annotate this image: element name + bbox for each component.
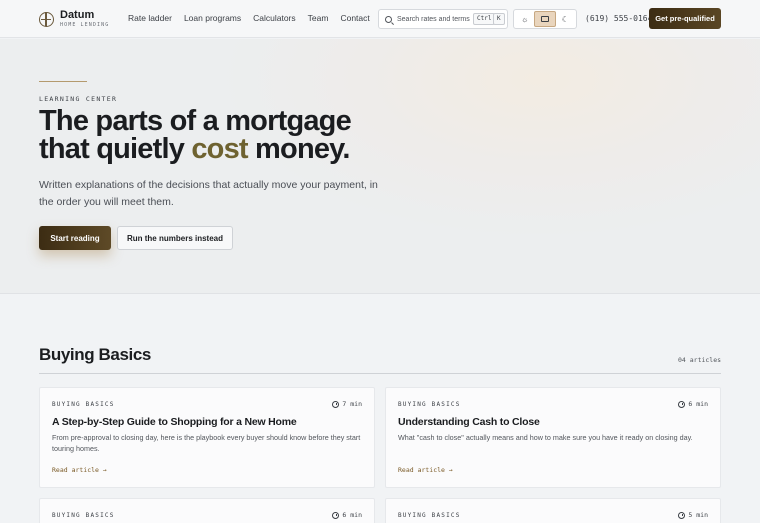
- read-article-link[interactable]: Read article →: [52, 466, 107, 474]
- nav-item-rate-ladder[interactable]: Rate ladder: [128, 13, 172, 23]
- read-time-value: 6 min: [342, 511, 362, 519]
- search-input[interactable]: Search rates and terms Ctrl K: [378, 9, 508, 29]
- monitor-icon: [540, 16, 549, 22]
- phone-number[interactable]: (619) 555-0164: [585, 14, 652, 23]
- search-icon: [385, 15, 392, 23]
- article-tag: BUYING BASICS: [52, 401, 115, 408]
- read-time-value: 7 min: [342, 400, 362, 408]
- start-reading-button[interactable]: Start reading: [39, 226, 111, 250]
- clock-icon: [678, 511, 686, 519]
- main-nav: Rate ladder Loan programs Calculators Te…: [128, 13, 382, 23]
- hero-lede: Written explanations of the decisions th…: [39, 179, 378, 208]
- article-count: 04 articles: [678, 356, 722, 364]
- read-time: 7 min: [332, 400, 362, 408]
- brand-name: Datum: [60, 9, 95, 21]
- logo-mark-icon: [39, 11, 54, 27]
- article-card[interactable]: BUYING BASICS 6 min Understanding Cash t…: [385, 387, 721, 488]
- read-article-link[interactable]: Read article →: [398, 466, 453, 474]
- article-title[interactable]: Understanding Cash to Close: [398, 416, 540, 428]
- nav-item-calculators[interactable]: Calculators: [253, 13, 296, 23]
- article-card[interactable]: BUYING BASICS 6 min: [39, 498, 375, 523]
- top-header: Datum HOME LENDING Rate ladder Loan prog…: [0, 0, 760, 38]
- run-numbers-button[interactable]: Run the numbers instead: [117, 226, 233, 250]
- shortcut-k-key: K: [493, 13, 505, 25]
- article-card[interactable]: BUYING BASICS 7 min A Step-by-Step Guide…: [39, 387, 375, 488]
- article-tag: BUYING BASICS: [398, 401, 461, 408]
- clock-icon: [332, 400, 340, 408]
- read-time-value: 5 min: [688, 511, 708, 519]
- theme-dark-button[interactable]: ☾: [556, 11, 575, 27]
- headline-accent: cost: [191, 133, 248, 165]
- section-divider: [39, 373, 721, 374]
- theme-switcher: ☼ ☾: [513, 9, 577, 29]
- brand-logo[interactable]: Datum HOME LENDING: [39, 10, 109, 28]
- clock-icon: [678, 400, 686, 408]
- nav-item-contact[interactable]: Contact: [340, 13, 369, 23]
- article-card[interactable]: BUYING BASICS 5 min: [385, 498, 721, 523]
- article-description: From pre-approval to closing day, here i…: [52, 433, 361, 453]
- hero-section: LEARNING CENTER The parts of a mortgage …: [0, 39, 760, 294]
- moon-icon: ☾: [561, 14, 569, 24]
- article-description: What "cash to close" actually means and …: [398, 433, 693, 442]
- get-prequalified-button[interactable]: Get pre-qualified: [649, 8, 721, 29]
- headline-text-end: money.: [247, 133, 350, 165]
- read-time-value: 6 min: [688, 400, 708, 408]
- nav-item-team[interactable]: Team: [308, 13, 329, 23]
- theme-light-button[interactable]: ☼: [515, 11, 534, 27]
- sun-icon: ☼: [520, 14, 529, 24]
- hero-eyebrow: LEARNING CENTER: [39, 95, 118, 103]
- brand-tagline: HOME LENDING: [60, 22, 110, 28]
- section-title: Buying Basics: [39, 345, 151, 364]
- article-tag: BUYING BASICS: [398, 512, 461, 519]
- theme-system-button[interactable]: [534, 11, 556, 27]
- search-placeholder: Search rates and terms: [397, 15, 470, 23]
- read-time: 5 min: [678, 511, 708, 519]
- hero-headline: The parts of a mortgage that quietly cos…: [39, 107, 399, 165]
- read-time: 6 min: [678, 400, 708, 408]
- clock-icon: [332, 511, 340, 519]
- article-title[interactable]: A Step-by-Step Guide to Shopping for a N…: [52, 416, 297, 428]
- nav-item-loan-programs[interactable]: Loan programs: [184, 13, 241, 23]
- hero-divider: [39, 81, 87, 82]
- article-tag: BUYING BASICS: [52, 512, 115, 519]
- read-time: 6 min: [332, 511, 362, 519]
